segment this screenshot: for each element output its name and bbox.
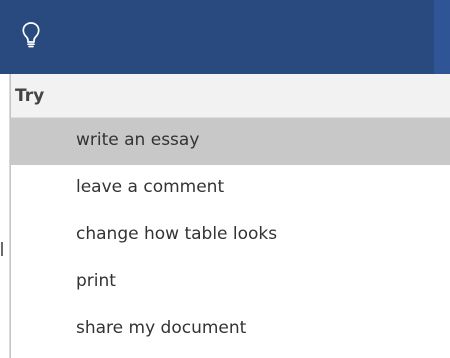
tell-me-dropdown: Try write an essay leave a comment chang… bbox=[10, 74, 450, 358]
document-edge-mark bbox=[1, 242, 3, 256]
tell-me-edge bbox=[434, 0, 450, 74]
document-edge bbox=[0, 74, 10, 358]
suggestion-leave-a-comment[interactable]: leave a comment bbox=[11, 165, 450, 212]
suggestion-label: change how table looks bbox=[76, 224, 278, 244]
suggestion-print[interactable]: print bbox=[11, 259, 450, 306]
try-section-header: Try bbox=[11, 74, 450, 118]
suggestion-share-my-document[interactable]: share my document bbox=[11, 306, 450, 353]
suggestion-change-how-table-looks[interactable]: change how table looks bbox=[11, 212, 450, 259]
tell-me-search-field[interactable] bbox=[0, 0, 434, 74]
try-section-label: Try bbox=[15, 86, 45, 106]
tell-me-bar[interactable] bbox=[0, 0, 450, 74]
suggestion-write-an-essay[interactable]: write an essay bbox=[11, 118, 450, 165]
suggestion-label: share my document bbox=[76, 318, 247, 338]
suggestion-label: write an essay bbox=[76, 130, 200, 150]
suggestion-label: print bbox=[76, 271, 116, 291]
suggestion-label: leave a comment bbox=[76, 177, 225, 197]
lightbulb-icon bbox=[22, 22, 40, 48]
